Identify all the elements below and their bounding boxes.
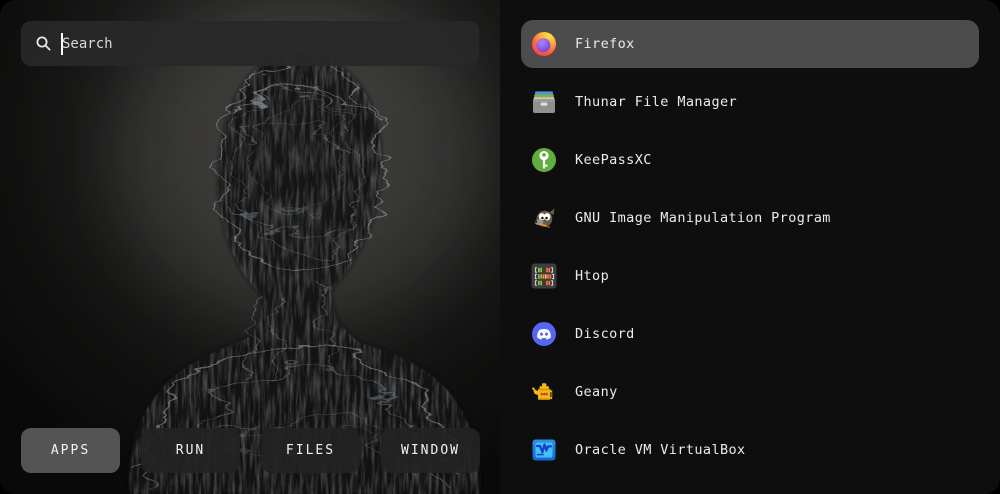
app-list-item[interactable]: Firefox xyxy=(521,20,979,68)
tab-files[interactable]: FILES xyxy=(261,428,360,473)
keepassxc-icon xyxy=(530,146,558,174)
search-input[interactable] xyxy=(62,36,465,52)
tab-run[interactable]: RUN xyxy=(141,428,240,473)
app-label: Firefox xyxy=(575,36,635,52)
app-label: Oracle VM VirtualBox xyxy=(575,442,746,458)
app-label: KeePassXC xyxy=(575,152,652,168)
app-label: Discord xyxy=(575,326,635,342)
search-icon xyxy=(35,35,52,52)
virtualbox-icon xyxy=(530,436,558,464)
fiber-bust-artwork xyxy=(0,0,500,494)
search-bar xyxy=(21,21,479,66)
left-panel: APPS RUN FILES WINDOW xyxy=(0,0,500,494)
tab-window[interactable]: WINDOW xyxy=(381,428,480,473)
app-list-item[interactable]: Thunar File Manager xyxy=(521,78,979,126)
thunar-icon xyxy=(530,88,558,116)
geany-icon xyxy=(530,378,558,406)
app-list-item[interactable]: Htop xyxy=(521,252,979,300)
app-label: Geany xyxy=(575,384,618,400)
app-list: Firefox Thunar File Manager KeePassXC GN… xyxy=(500,0,1000,494)
firefox-icon xyxy=(530,30,558,58)
app-list-item[interactable]: Geany xyxy=(521,368,979,416)
app-label: Htop xyxy=(575,268,609,284)
discord-icon xyxy=(530,320,558,348)
app-launcher-window: APPS RUN FILES WINDOW Firefox Thunar Fil… xyxy=(0,0,1000,494)
tab-bar: APPS RUN FILES WINDOW xyxy=(21,428,481,473)
app-label: Thunar File Manager xyxy=(575,94,737,110)
app-label: GNU Image Manipulation Program xyxy=(575,210,831,226)
tab-apps[interactable]: APPS xyxy=(21,428,120,473)
htop-icon xyxy=(530,262,558,290)
gimp-icon xyxy=(530,204,558,232)
app-list-item[interactable]: KeePassXC xyxy=(521,136,979,184)
app-list-item[interactable]: Discord xyxy=(521,310,979,358)
app-list-item[interactable]: GNU Image Manipulation Program xyxy=(521,194,979,242)
app-list-item[interactable]: Oracle VM VirtualBox xyxy=(521,426,979,474)
